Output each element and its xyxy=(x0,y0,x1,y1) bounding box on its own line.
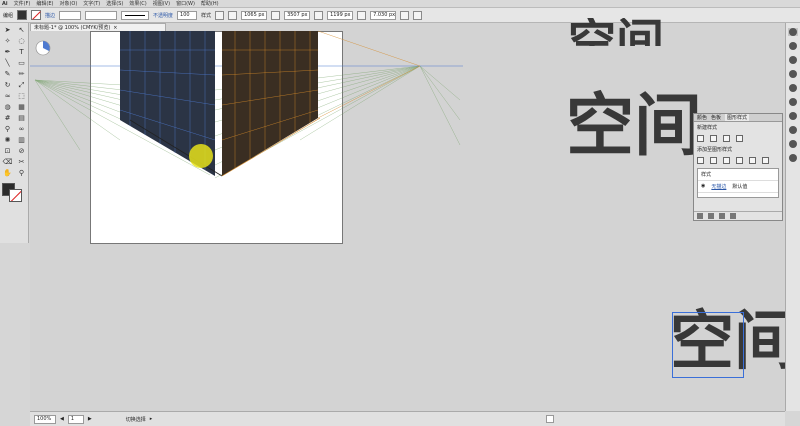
swatches-panel-icon[interactable] xyxy=(789,42,797,50)
graphic-styles-panel: 颜色 色板 图形样式 新建样式 添加至图形样式 样式 ◉ 无描边 默认值 xyxy=(693,113,783,221)
page-field[interactable]: 1 xyxy=(67,414,84,424)
perspective-widget-highlight[interactable] xyxy=(189,144,213,168)
symbols-panel-icon[interactable] xyxy=(789,70,797,78)
style-swatch-icon[interactable] xyxy=(749,157,756,164)
new-style-icon[interactable] xyxy=(719,213,725,219)
selection-outline[interactable] xyxy=(672,312,744,378)
stroke-panel-icon[interactable] xyxy=(789,84,797,92)
tab-color[interactable]: 颜色 xyxy=(697,114,707,121)
list-item-value: 默认值 xyxy=(732,184,748,190)
list-item-link[interactable]: 无描边 xyxy=(711,183,726,190)
right-plane-panel xyxy=(222,31,318,176)
layers-panel-icon[interactable] xyxy=(789,140,797,148)
style-swatch-icon[interactable] xyxy=(697,135,704,142)
tab-swatches[interactable]: 色板 xyxy=(711,114,721,121)
style-swatch-icon[interactable] xyxy=(736,157,743,164)
brushes-panel-icon[interactable] xyxy=(789,56,797,64)
style-swatch-icon[interactable] xyxy=(710,157,717,164)
panel-tabs: 颜色 色板 图形样式 xyxy=(694,114,782,122)
list-header: 样式 xyxy=(698,169,778,181)
list-header-label: 样式 xyxy=(701,172,712,178)
new-style-label: 新建样式 xyxy=(697,125,718,131)
style-swatch-icon[interactable] xyxy=(736,135,743,142)
style-icons-row-1 xyxy=(694,133,782,144)
appearance-panel-icon[interactable] xyxy=(789,126,797,134)
panel-footer xyxy=(694,211,782,220)
status-menu-icon[interactable]: ▸ xyxy=(150,416,153,422)
eye-icon[interactable]: ◉ xyxy=(701,183,705,190)
artboards-panel-icon[interactable] xyxy=(789,154,797,162)
tab-graphic-styles[interactable]: 图形样式 xyxy=(725,114,750,121)
horizontal-scroll-thumb[interactable] xyxy=(546,415,554,423)
next-page-icon[interactable]: ▶ xyxy=(88,416,92,422)
panel-dock xyxy=(787,28,799,162)
status-text: 切换选择 xyxy=(125,416,146,423)
style-swatch-icon[interactable] xyxy=(723,135,730,142)
style-icons-row-2 xyxy=(694,155,782,166)
style-swatch-icon[interactable] xyxy=(723,157,730,164)
color-panel-icon[interactable] xyxy=(789,28,797,36)
prev-page-icon[interactable]: ◀ xyxy=(60,416,64,422)
add-style-label: 添加至图形样式 xyxy=(697,147,733,153)
style-swatch-icon[interactable] xyxy=(697,157,704,164)
list-item[interactable]: ◉ 无描边 默认值 xyxy=(698,181,778,193)
style-swatch-icon[interactable] xyxy=(762,157,769,164)
delete-icon[interactable] xyxy=(730,213,736,219)
canvas-text-top[interactable]: 空间 xyxy=(568,18,664,46)
style-list: 样式 ◉ 无描边 默认值 xyxy=(697,168,779,198)
style-swatch-icon[interactable] xyxy=(710,135,717,142)
canvas-text-middle[interactable]: 空间 xyxy=(566,93,702,161)
gradient-panel-icon[interactable] xyxy=(789,98,797,106)
break-link-icon[interactable] xyxy=(708,213,714,219)
plane-switching-widget[interactable] xyxy=(35,40,51,56)
zoom-field[interactable]: 100% xyxy=(34,414,56,424)
library-icon[interactable] xyxy=(697,213,703,219)
status-bar: 100% ◀ 1 ▶ 切换选择 ▸ xyxy=(30,411,785,426)
transparency-panel-icon[interactable] xyxy=(789,112,797,120)
